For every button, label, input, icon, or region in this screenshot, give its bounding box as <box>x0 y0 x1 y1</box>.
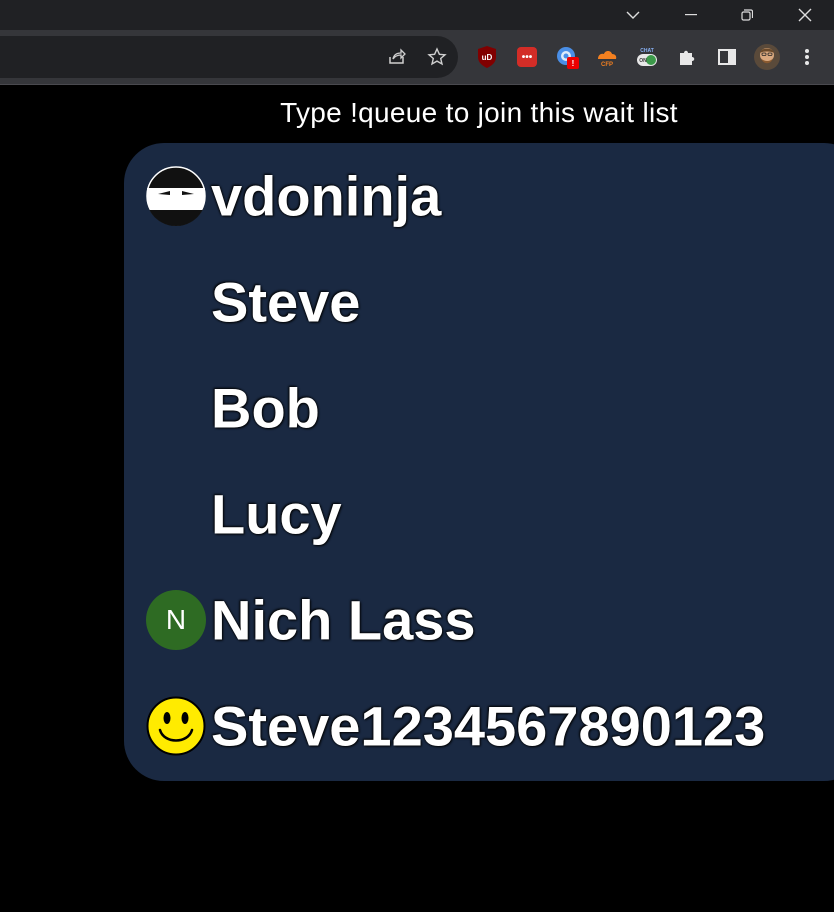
queue-item: Bob <box>124 355 834 461</box>
svg-text:ON: ON <box>639 58 647 64</box>
queue-item: vdoninja <box>124 143 834 249</box>
menu-kebab-icon[interactable] <box>793 43 821 71</box>
minimize-button[interactable] <box>668 0 714 30</box>
chat-toggle-icon[interactable]: CHAT ON <box>633 43 661 71</box>
tab-search-chevron-icon[interactable] <box>610 0 656 30</box>
browser-titlebar <box>0 0 834 30</box>
queue-item: Lucy <box>124 461 834 567</box>
lastpass-icon[interactable]: ••• <box>513 43 541 71</box>
extension-alert-badge: ! <box>567 57 579 69</box>
cfp-extension-icon[interactable]: CFP <box>593 43 621 71</box>
queue-name: Bob <box>211 376 320 440</box>
letter-avatar: N <box>146 590 206 650</box>
extensions-puzzle-icon[interactable] <box>673 43 701 71</box>
queue-name: Lucy <box>211 482 342 546</box>
queue-name: Steve <box>211 270 361 334</box>
svg-text:uD: uD <box>482 53 493 62</box>
page-content: Type !queue to join this wait list vdoni… <box>0 85 834 912</box>
close-button[interactable] <box>782 0 828 30</box>
queue-item: Steve1234567890123 <box>124 673 834 779</box>
queue-header: Type !queue to join this wait list <box>280 97 678 128</box>
profile-avatar[interactable] <box>753 43 781 71</box>
share-icon[interactable] <box>383 43 411 71</box>
queue-name: Nich Lass <box>211 588 476 652</box>
queue-item: N Nich Lass <box>124 567 834 673</box>
queue-name: Steve1234567890123 <box>211 694 766 758</box>
sidepanel-icon[interactable] <box>713 43 741 71</box>
lastpass-label: ••• <box>517 47 537 67</box>
bookmark-star-icon[interactable] <box>423 43 451 71</box>
browser-toolbar: uD ••• ! CFP CHAT ON <box>0 30 834 85</box>
ninja-avatar <box>146 166 206 226</box>
avatar-initial: N <box>165 604 187 635</box>
restore-button[interactable] <box>724 0 770 30</box>
svg-text:CFP: CFP <box>601 62 613 68</box>
svg-text:CHAT: CHAT <box>640 48 654 54</box>
ublock-origin-icon[interactable]: uD <box>473 43 501 71</box>
address-bar[interactable] <box>0 36 458 78</box>
smiley-avatar <box>146 696 206 756</box>
queue-panel: vdoninja Steve Bob Lucy N Nich Lass Stev… <box>124 143 834 781</box>
queue-item: Steve <box>124 249 834 355</box>
extension-blue-icon[interactable]: ! <box>553 43 581 71</box>
queue-name: vdoninja <box>211 164 442 228</box>
